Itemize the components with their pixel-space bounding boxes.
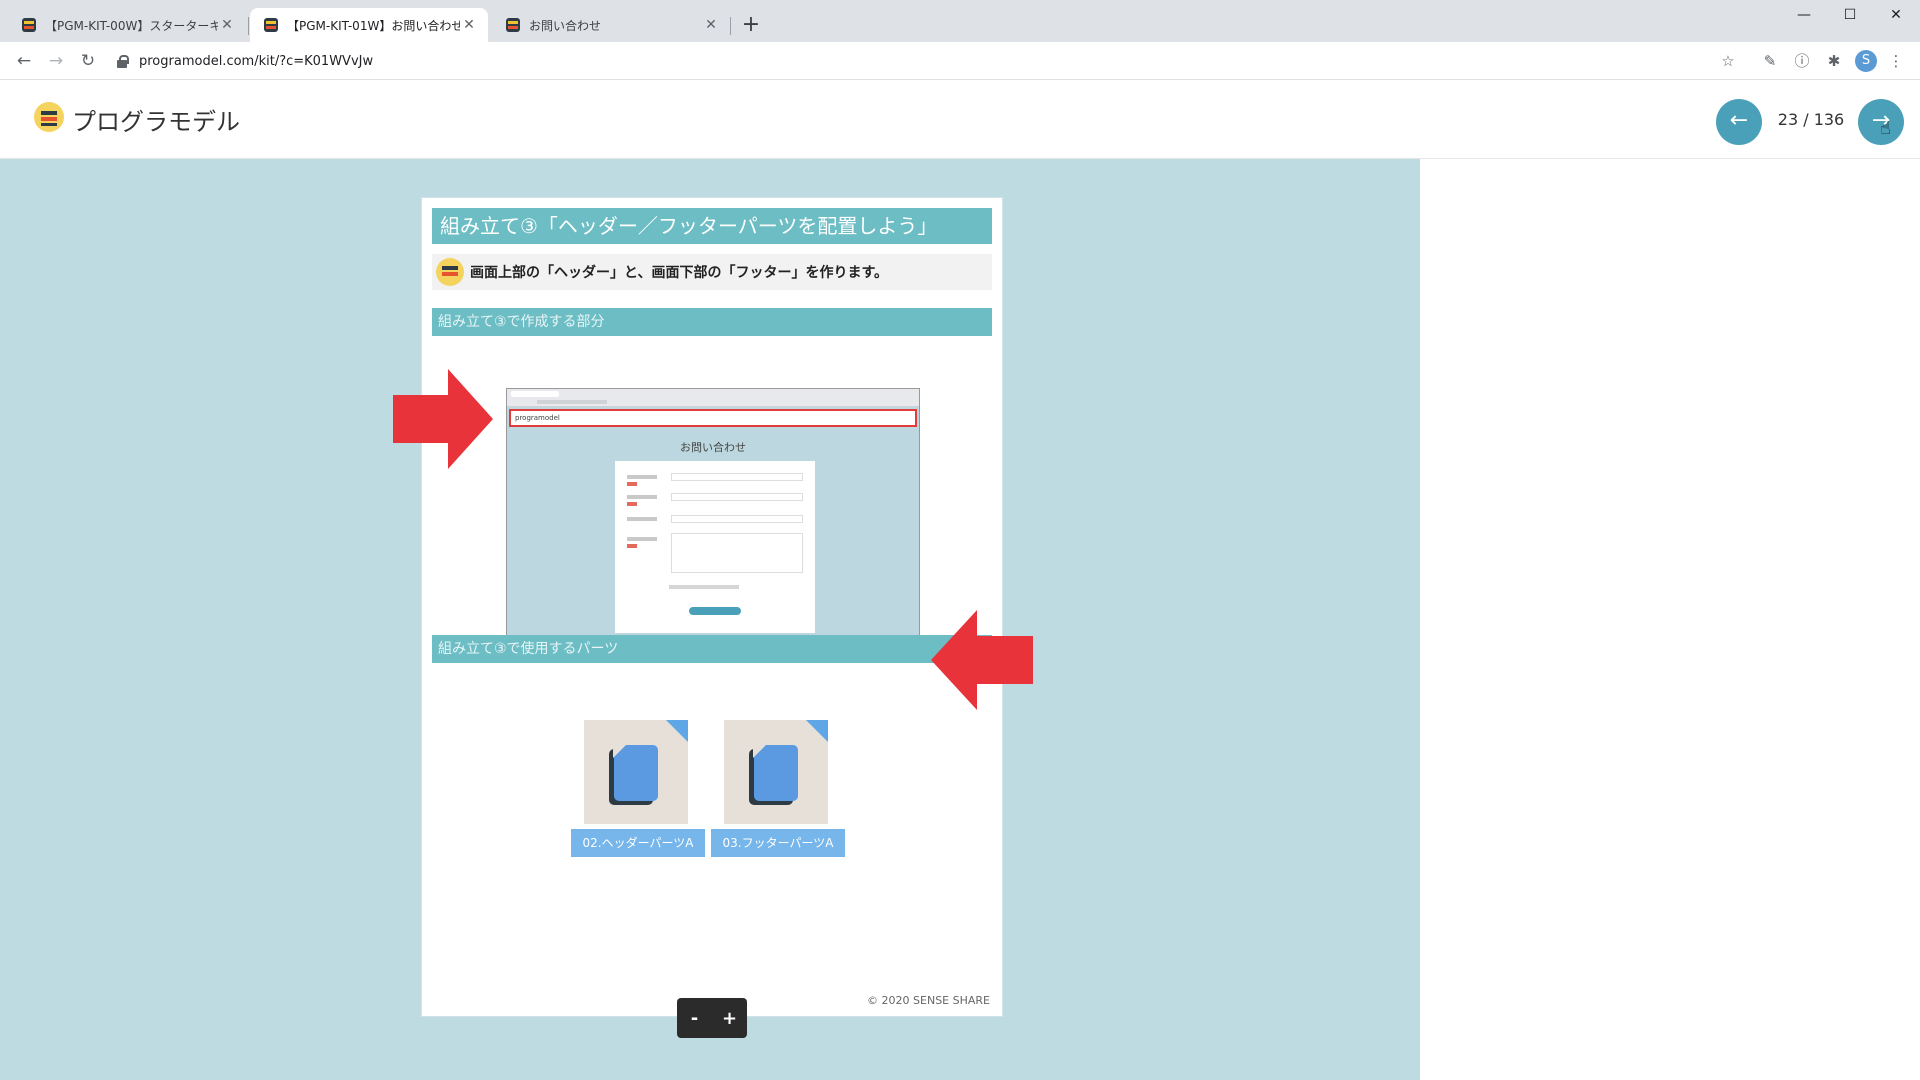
preview-required-badge [627, 544, 637, 548]
slide-subtitle: 画面上部の「ヘッダー」と、画面下部の「フッター」を作ります。 [470, 265, 889, 281]
preview-browser-chrome [507, 389, 919, 407]
preview-header-highlight: programodel [509, 409, 917, 427]
site-favicon-icon [22, 18, 36, 32]
document-icon [613, 744, 658, 801]
tab-strip: 【PGM-KIT-00W】スターターキット_4 | ✕ 【PGM-KIT-01W… [0, 0, 1920, 42]
preview-form-field [671, 493, 803, 501]
address-bar: ← → ↻ programodel.com/kit/?c=K01WVvJw ☆ … [0, 42, 1920, 80]
preview-page-title: お問い合わせ [680, 441, 746, 454]
site-favicon-icon [264, 18, 278, 32]
preview-form-textarea [671, 533, 803, 573]
tab-separator [730, 17, 731, 35]
file-icon [724, 720, 828, 824]
url-field[interactable]: programodel.com/kit/?c=K01WVvJw [115, 47, 1745, 75]
close-tab-icon[interactable]: ✕ [460, 17, 478, 33]
zoom-out-button[interactable]: - [680, 1008, 710, 1029]
extension-info-icon[interactable]: ⓘ [1791, 50, 1813, 72]
reload-icon[interactable]: ↻ [75, 48, 101, 74]
file-corner [666, 720, 688, 742]
site-header: プログラモデル ← 23 / 136 → [0, 80, 1920, 159]
preview-screenshot: programodel お問い合わせ [506, 388, 920, 670]
parts-area: 02.ヘッダーパーツA 03.フッターパーツA [432, 663, 992, 857]
eyedropper-icon[interactable]: ✎ [1759, 50, 1781, 72]
minimize-icon[interactable]: — [1781, 0, 1827, 30]
preview-form-label [627, 475, 657, 479]
browser-tab-3[interactable]: お問い合わせ ✕ [492, 8, 730, 42]
section-heading-parts: 組み立て③で使用するパーツ [432, 635, 992, 663]
kebab-menu-icon[interactable]: ⋮ [1885, 50, 1907, 72]
preview-form [615, 461, 815, 633]
brand-logo-icon[interactable] [34, 102, 64, 132]
preview-submit-button [689, 607, 741, 615]
arrow-left-icon [931, 610, 1033, 710]
forward-icon[interactable]: → [43, 48, 69, 74]
preview-required-badge [627, 482, 637, 486]
slide-counter: 23 / 136 [1777, 110, 1845, 129]
brand-name[interactable]: プログラモデル [72, 102, 240, 137]
previous-slide-button[interactable]: ← [1716, 99, 1762, 145]
preview-form-field [671, 473, 803, 481]
url-text: programodel.com/kit/?c=K01WVvJw [139, 53, 374, 69]
window-close-icon[interactable]: ✕ [1873, 0, 1919, 30]
file-corner [806, 720, 828, 742]
preview-required-badge [627, 502, 637, 506]
copyright: © 2020 SENSE SHARE [867, 994, 990, 1007]
zoom-control: - + [677, 998, 747, 1038]
browser-tab-1[interactable]: 【PGM-KIT-00W】スターターキット_4 | ✕ [8, 8, 246, 42]
preview-url [537, 400, 607, 404]
slide-title: 組み立て③「ヘッダー／フッターパーツを配置しよう」 [432, 208, 992, 244]
back-icon[interactable]: ← [11, 48, 37, 74]
section-heading-build-area: 組み立て③で作成する部分 [432, 308, 992, 336]
extensions-puzzle-icon[interactable]: ✱ [1823, 50, 1845, 72]
close-tab-icon[interactable]: ✕ [218, 17, 236, 33]
tab-separator [248, 17, 249, 35]
preview-form-label [627, 537, 657, 541]
preview-form-label [627, 495, 657, 499]
close-tab-icon[interactable]: ✕ [702, 17, 720, 33]
site-favicon-icon [506, 18, 520, 32]
preview-privacy-checkbox [669, 585, 739, 589]
profile-avatar-icon[interactable]: S [1855, 50, 1877, 72]
document-icon [753, 744, 798, 801]
part-label[interactable]: 03.フッターパーツA [711, 829, 845, 857]
preview-tab [511, 391, 559, 397]
lock-icon [115, 54, 129, 68]
new-tab-icon[interactable]: + [737, 12, 765, 40]
browser-tab-2[interactable]: 【PGM-KIT-01W】お問い合わせフォー ✕ [250, 8, 488, 42]
file-icon [584, 720, 688, 824]
brand-logo-icon [436, 258, 464, 286]
maximize-icon[interactable]: ☐ [1827, 0, 1873, 30]
tab-title: お問い合わせ [529, 18, 602, 33]
arrow-right-icon [393, 369, 493, 469]
tab-title: 【PGM-KIT-01W】お問い合わせフォー [287, 18, 460, 33]
part-label[interactable]: 02.ヘッダーパーツA [571, 829, 705, 857]
side-panel [1420, 159, 1920, 1080]
slide-subtitle-bar: 画面上部の「ヘッダー」と、画面下部の「フッター」を作ります。 [432, 254, 992, 290]
bookmark-star-icon[interactable]: ☆ [1717, 50, 1739, 72]
zoom-in-button[interactable]: + [715, 1008, 745, 1029]
tab-title: 【PGM-KIT-00W】スターターキット_4 | [45, 18, 218, 33]
preview-form-label [627, 517, 657, 521]
slide-page: 組み立て③「ヘッダー／フッターパーツを配置しよう」 画面上部の「ヘッダー」と、画… [421, 197, 1003, 1017]
hand-cursor-icon: ☝ [1880, 118, 1891, 139]
preview-form-select [671, 515, 803, 523]
